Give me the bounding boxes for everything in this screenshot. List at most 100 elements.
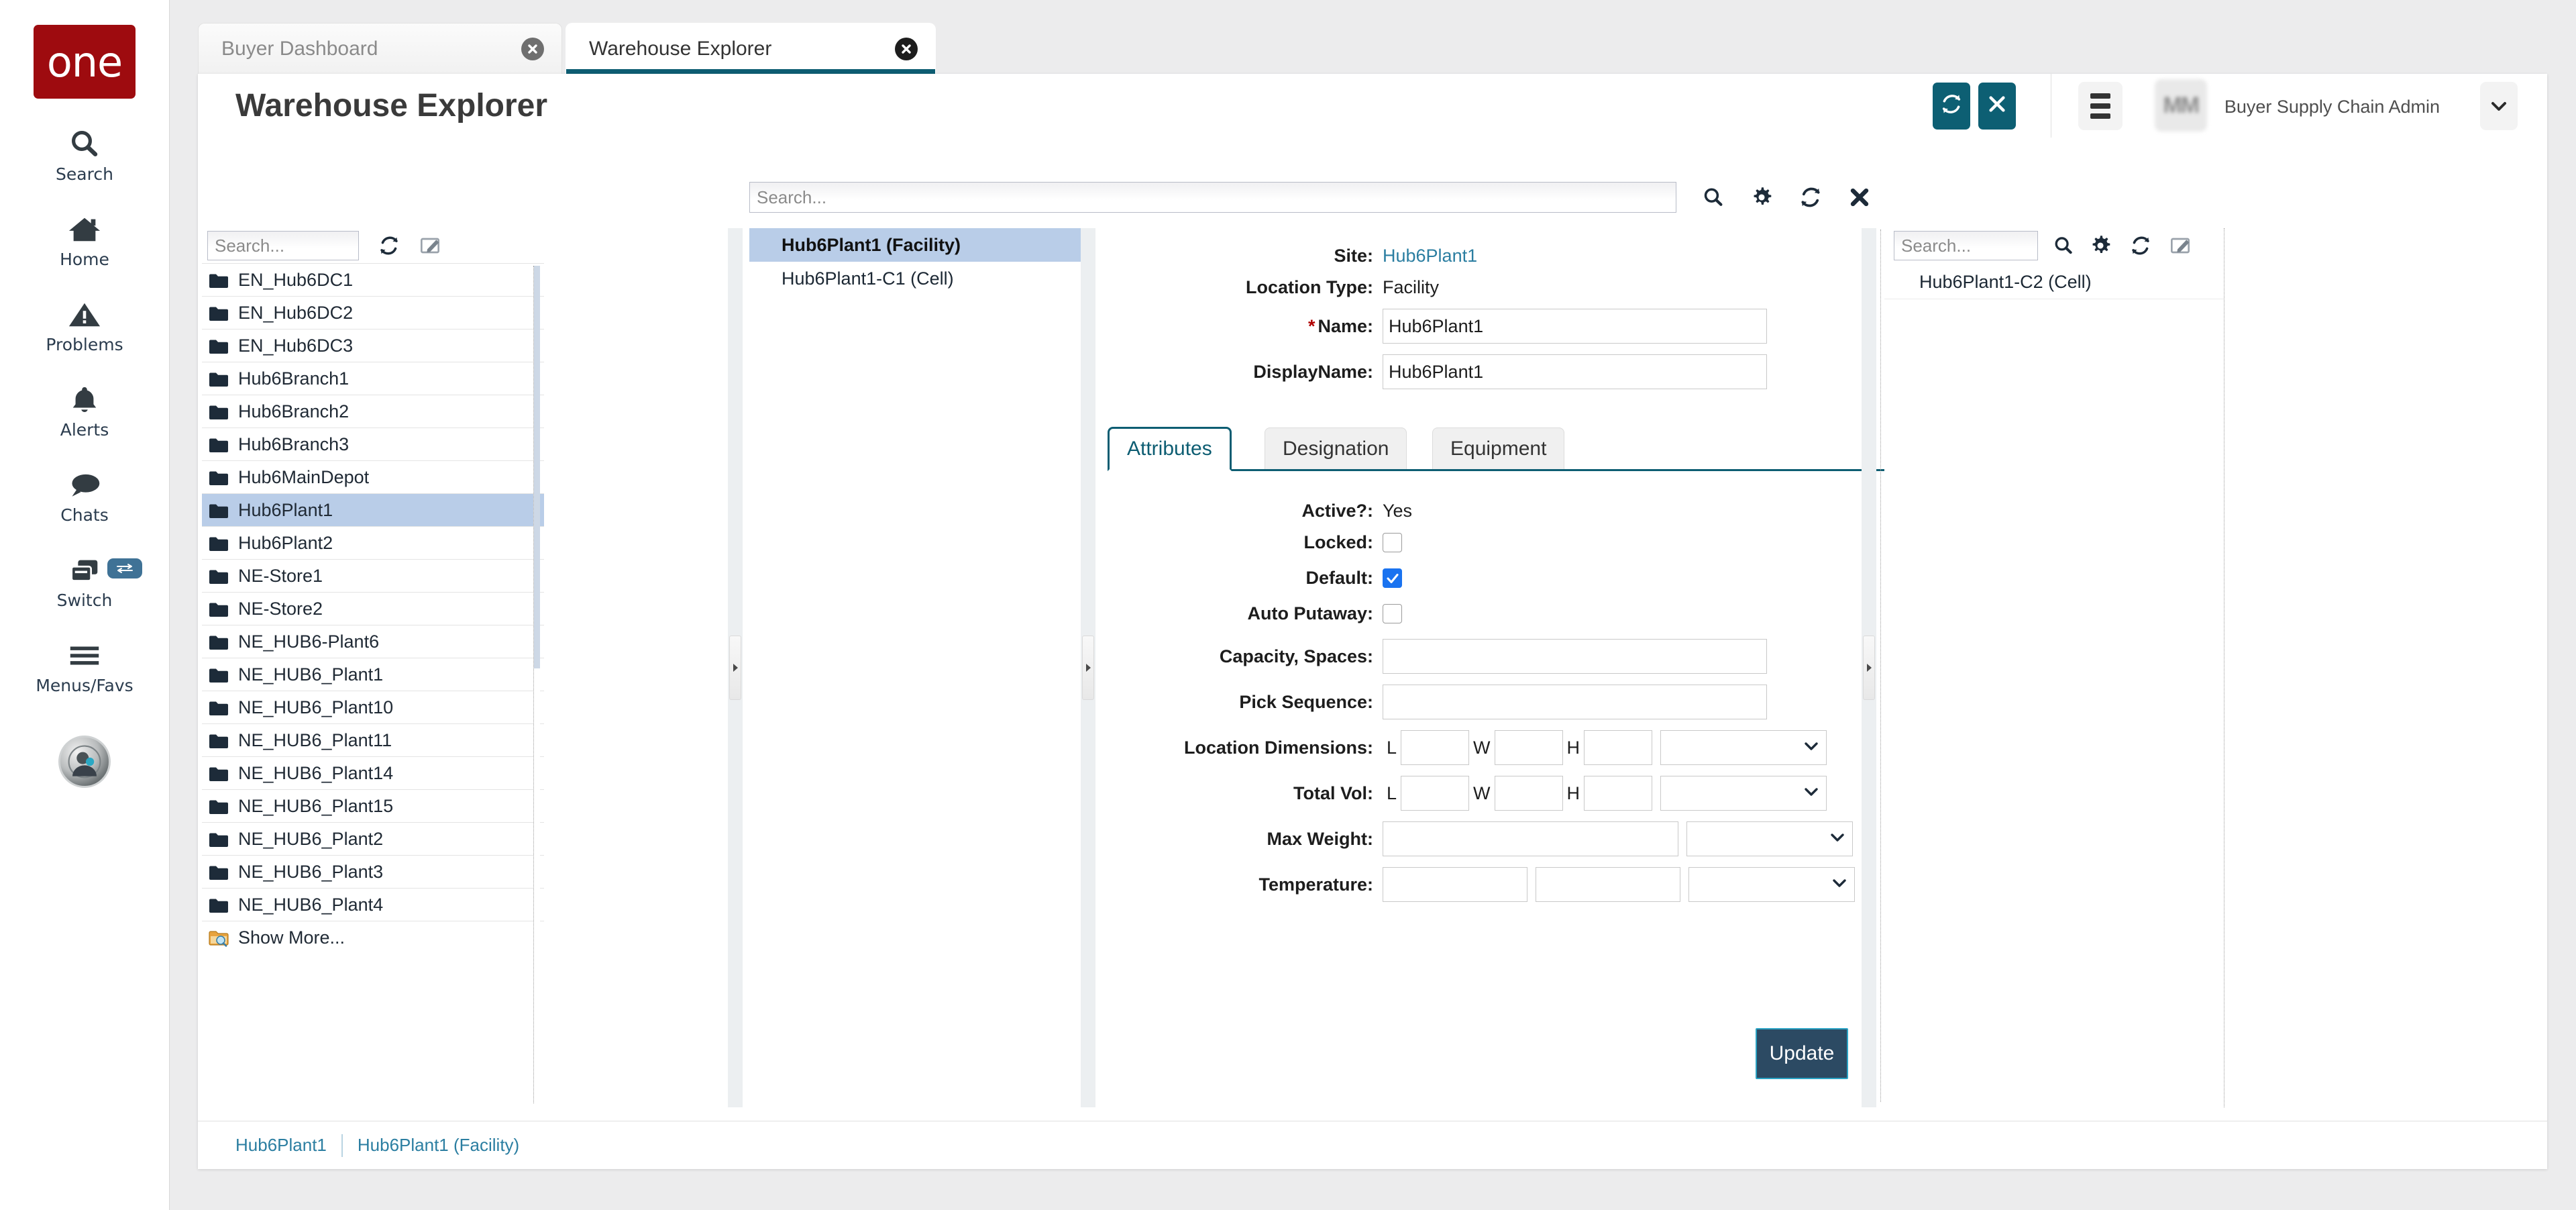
splitter-location[interactable] bbox=[1081, 228, 1095, 1107]
gear-icon[interactable] bbox=[2089, 234, 2112, 257]
folder-icon bbox=[209, 864, 229, 880]
splitter-tree[interactable] bbox=[728, 228, 743, 1107]
tree-item[interactable]: EN_Hub6DC2 bbox=[202, 297, 544, 330]
tree-item[interactable]: Hub6Plant1 bbox=[202, 494, 544, 527]
total-vol-width-input[interactable] bbox=[1495, 776, 1563, 811]
site-tree-panel: EN_Hub6DC1EN_Hub6DC2EN_Hub6DC3Hub6Branch… bbox=[202, 228, 544, 1107]
location-item[interactable]: Hub6Plant1 (Facility) bbox=[749, 228, 1091, 262]
rail-item-alerts[interactable]: Alerts bbox=[0, 383, 169, 440]
tree-item[interactable]: NE_HUB6_Plant14 bbox=[202, 757, 544, 790]
refresh-icon[interactable] bbox=[2129, 236, 2152, 256]
close-x-bold-icon[interactable] bbox=[1848, 186, 1871, 209]
tree-item[interactable]: NE_HUB6_Plant15 bbox=[202, 790, 544, 823]
locked-checkbox[interactable] bbox=[1383, 533, 1402, 552]
switch-toggle-badge[interactable] bbox=[107, 558, 142, 578]
tab-warehouse-explorer[interactable]: Warehouse Explorer bbox=[566, 23, 936, 74]
search-icon[interactable] bbox=[1702, 186, 1725, 209]
rail-item-switch[interactable]: Switch bbox=[0, 553, 169, 610]
vol-l-label: L bbox=[1387, 783, 1397, 804]
tree-item[interactable]: NE_HUB6_Plant1 bbox=[202, 658, 544, 691]
child-panel-scrollbar[interactable] bbox=[1880, 230, 1887, 1102]
total-vol-uom-select[interactable] bbox=[1660, 776, 1827, 811]
total-vol-length-input[interactable] bbox=[1401, 776, 1469, 811]
tab-attributes[interactable]: Attributes bbox=[1108, 427, 1232, 471]
refresh-button[interactable] bbox=[1933, 83, 1970, 130]
temperature-uom-select[interactable] bbox=[1688, 867, 1855, 902]
pick-sequence-input[interactable] bbox=[1383, 685, 1767, 719]
total-vol-height-input[interactable] bbox=[1584, 776, 1652, 811]
brand-logo[interactable]: one bbox=[34, 25, 136, 99]
tree-item[interactable]: NE_HUB6_Plant10 bbox=[202, 691, 544, 724]
refresh-icon[interactable] bbox=[1799, 187, 1823, 208]
tree-scroll-thumb[interactable] bbox=[534, 266, 540, 668]
field-site: Site: Hub6Plant1 bbox=[1106, 246, 1871, 266]
rail-item-chats[interactable]: Chats bbox=[0, 468, 169, 525]
tree-item[interactable]: Hub6Branch2 bbox=[202, 395, 544, 428]
tree-item[interactable]: NE_HUB6_Plant2 bbox=[202, 823, 544, 856]
breadcrumb: Hub6Plant1 Hub6Plant1 (Facility) bbox=[198, 1121, 2547, 1169]
site-link[interactable]: Hub6Plant1 bbox=[1383, 246, 1477, 266]
tree-item[interactable]: NE-Store2 bbox=[202, 593, 544, 625]
tree-scrollbar[interactable] bbox=[533, 266, 540, 1103]
warning-triangle-icon bbox=[68, 297, 101, 332]
tree-item[interactable]: NE_HUB6_Plant11 bbox=[202, 724, 544, 757]
search-icon[interactable] bbox=[2053, 235, 2074, 256]
rail-item-home[interactable]: Home bbox=[0, 212, 169, 269]
gear-icon[interactable] bbox=[1750, 186, 1773, 209]
tree-item[interactable]: Hub6Branch1 bbox=[202, 362, 544, 395]
tab-equipment[interactable]: Equipment bbox=[1432, 427, 1564, 469]
splitter-handle[interactable] bbox=[1863, 636, 1875, 700]
display-name-input[interactable] bbox=[1383, 354, 1767, 389]
capacity-input[interactable] bbox=[1383, 639, 1767, 674]
edit-pencil-icon[interactable] bbox=[2169, 236, 2191, 256]
tab-buyer-dashboard[interactable]: Buyer Dashboard bbox=[198, 23, 562, 74]
location-item[interactable]: Hub6Plant1-C1 (Cell) bbox=[749, 262, 1091, 295]
close-icon[interactable] bbox=[521, 38, 544, 60]
list-menu-icon[interactable] bbox=[2078, 82, 2123, 130]
rail-item-menus-favs[interactable]: Menus/Favs bbox=[0, 638, 169, 695]
close-page-button[interactable] bbox=[1978, 83, 2016, 130]
tree-search-input[interactable] bbox=[207, 231, 359, 260]
refresh-icon[interactable] bbox=[378, 236, 400, 256]
tree-item[interactable]: Hub6MainDepot bbox=[202, 461, 544, 494]
rail-item-problems[interactable]: Problems bbox=[0, 297, 169, 354]
tree-item[interactable]: NE_HUB6-Plant6 bbox=[202, 625, 544, 658]
child-search-input[interactable] bbox=[1894, 231, 2038, 260]
edit-pencil-icon[interactable] bbox=[419, 236, 441, 256]
dimensions-uom-select[interactable] bbox=[1660, 730, 1827, 765]
close-icon[interactable] bbox=[895, 38, 918, 60]
name-input[interactable] bbox=[1383, 309, 1767, 344]
temperature-min-input[interactable] bbox=[1383, 867, 1527, 902]
max-weight-uom-select[interactable] bbox=[1686, 821, 1853, 856]
tree-item[interactable]: Hub6Plant2 bbox=[202, 527, 544, 560]
tab-designation[interactable]: Designation bbox=[1265, 427, 1407, 469]
show-more-button[interactable]: Show More... bbox=[202, 921, 544, 954]
user-profile-block[interactable]: MM Buyer Supply Chain Admin bbox=[2155, 77, 2440, 136]
dimensions-width-input[interactable] bbox=[1495, 730, 1563, 765]
breadcrumb-item-2[interactable]: Hub6Plant1 (Facility) bbox=[358, 1135, 519, 1156]
tree-item-label: NE_HUB6_Plant11 bbox=[238, 730, 392, 751]
tree-item[interactable]: Hub6Branch3 bbox=[202, 428, 544, 461]
temperature-max-input[interactable] bbox=[1536, 867, 1680, 902]
rail-item-search[interactable]: Search bbox=[0, 127, 169, 184]
tree-item[interactable]: NE_HUB6_Plant3 bbox=[202, 856, 544, 889]
breadcrumb-item-1[interactable]: Hub6Plant1 bbox=[235, 1135, 327, 1156]
tree-item[interactable]: NE-Store1 bbox=[202, 560, 544, 593]
location-search-input[interactable] bbox=[749, 182, 1676, 213]
tree-item[interactable]: NE_HUB6_Plant4 bbox=[202, 889, 544, 921]
max-weight-input[interactable] bbox=[1383, 821, 1678, 856]
tree-item[interactable]: EN_Hub6DC3 bbox=[202, 330, 544, 362]
child-location-item[interactable]: Hub6Plant1-C2 (Cell) bbox=[1884, 266, 2224, 299]
tree-item[interactable]: EN_Hub6DC1 bbox=[202, 264, 544, 297]
outer-scrollbar[interactable] bbox=[2224, 228, 2231, 1107]
dimensions-length-input[interactable] bbox=[1401, 730, 1469, 765]
splitter-detail[interactable] bbox=[1862, 228, 1876, 1107]
user-avatar-rail[interactable] bbox=[58, 736, 111, 788]
splitter-handle[interactable] bbox=[729, 636, 741, 700]
default-checkbox[interactable] bbox=[1383, 568, 1402, 588]
chevron-down-icon[interactable] bbox=[2480, 82, 2518, 130]
splitter-handle[interactable] bbox=[1082, 636, 1094, 700]
update-button[interactable]: Update bbox=[1756, 1028, 1848, 1079]
auto-putaway-checkbox[interactable] bbox=[1383, 604, 1402, 623]
dimensions-height-input[interactable] bbox=[1584, 730, 1652, 765]
